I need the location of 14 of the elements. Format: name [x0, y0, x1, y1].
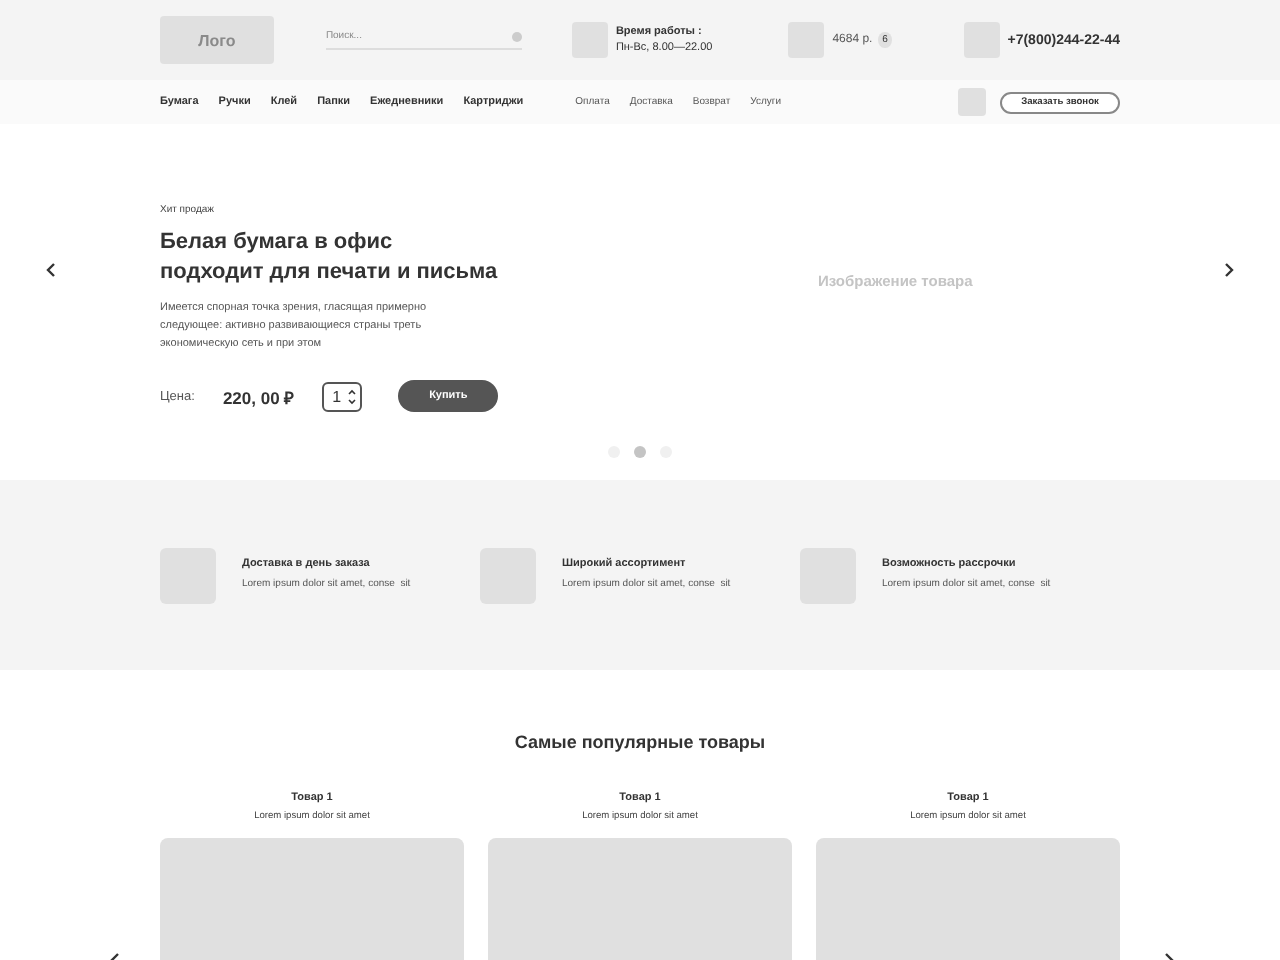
product-image-placeholder[interactable]: [816, 838, 1120, 960]
product-image-placeholder[interactable]: [160, 838, 464, 960]
quantity-field[interactable]: 1: [322, 381, 363, 411]
stepper-icon[interactable]: [348, 387, 357, 405]
placeholder-icon: [958, 88, 986, 116]
section-title: Самые популярные товары: [514, 732, 766, 752]
hero-title: Белая бумага в офис: [160, 228, 395, 258]
price-value: 220, 00 ₽: [222, 385, 295, 407]
hero-title: подходит для печати и письма: [160, 258, 500, 288]
chevron-right-icon[interactable]: [1224, 262, 1234, 278]
search-icon[interactable]: [511, 32, 522, 42]
chevron-left-icon[interactable]: [46, 262, 56, 278]
product-image-placeholder[interactable]: [488, 838, 792, 960]
slider-dot[interactable]: [634, 446, 646, 458]
